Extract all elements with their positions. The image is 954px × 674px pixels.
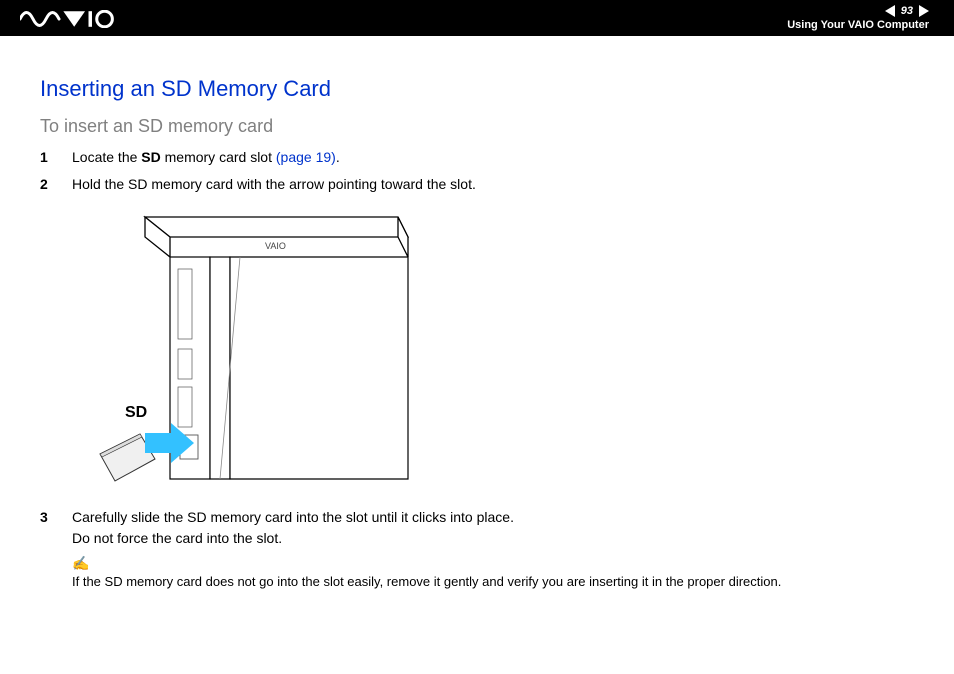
step-3: 3 Carefully slide the SD memory card int… xyxy=(40,507,914,549)
note-icon: ✍ xyxy=(72,555,914,572)
section-title: Using Your VAIO Computer xyxy=(787,19,929,31)
header-right: 93 Using Your VAIO Computer xyxy=(787,5,929,31)
steps-list: 1 Locate the SD memory card slot (page 1… xyxy=(40,147,914,195)
figure-sd-label: SD xyxy=(125,404,147,421)
page-content: Inserting an SD Memory Card To insert an… xyxy=(0,36,954,609)
step-number: 3 xyxy=(40,507,54,549)
header-bar: 93 Using Your VAIO Computer xyxy=(0,0,954,36)
page-ref-link[interactable]: (page 19) xyxy=(276,149,336,165)
figure-logo-small: VAIO xyxy=(265,241,286,251)
note: ✍ If the SD memory card does not go into… xyxy=(72,555,914,589)
page-number: 93 xyxy=(899,5,915,17)
step-number: 1 xyxy=(40,147,54,168)
page-title: Inserting an SD Memory Card xyxy=(40,76,914,102)
step-1: 1 Locate the SD memory card slot (page 1… xyxy=(40,147,914,168)
figure-sd-insert: VAIO SD xyxy=(90,209,914,489)
vaio-logo xyxy=(20,8,115,28)
page-subtitle: To insert an SD memory card xyxy=(40,116,914,137)
next-page-arrow-icon[interactable] xyxy=(919,5,929,17)
step-2: 2 Hold the SD memory card with the arrow… xyxy=(40,174,914,195)
step-text: Locate the SD memory card slot (page 19)… xyxy=(72,147,340,168)
prev-page-arrow-icon[interactable] xyxy=(885,5,895,17)
note-text: If the SD memory card does not go into t… xyxy=(72,574,914,589)
step-text: Hold the SD memory card with the arrow p… xyxy=(72,174,476,195)
vaio-logo-svg xyxy=(20,10,115,28)
step-text: Carefully slide the SD memory card into … xyxy=(72,507,514,549)
page-nav: 93 xyxy=(787,5,929,17)
steps-list-continued: 3 Carefully slide the SD memory card int… xyxy=(40,507,914,549)
sd-card-illustration: VAIO SD xyxy=(90,209,410,489)
step-number: 2 xyxy=(40,174,54,195)
